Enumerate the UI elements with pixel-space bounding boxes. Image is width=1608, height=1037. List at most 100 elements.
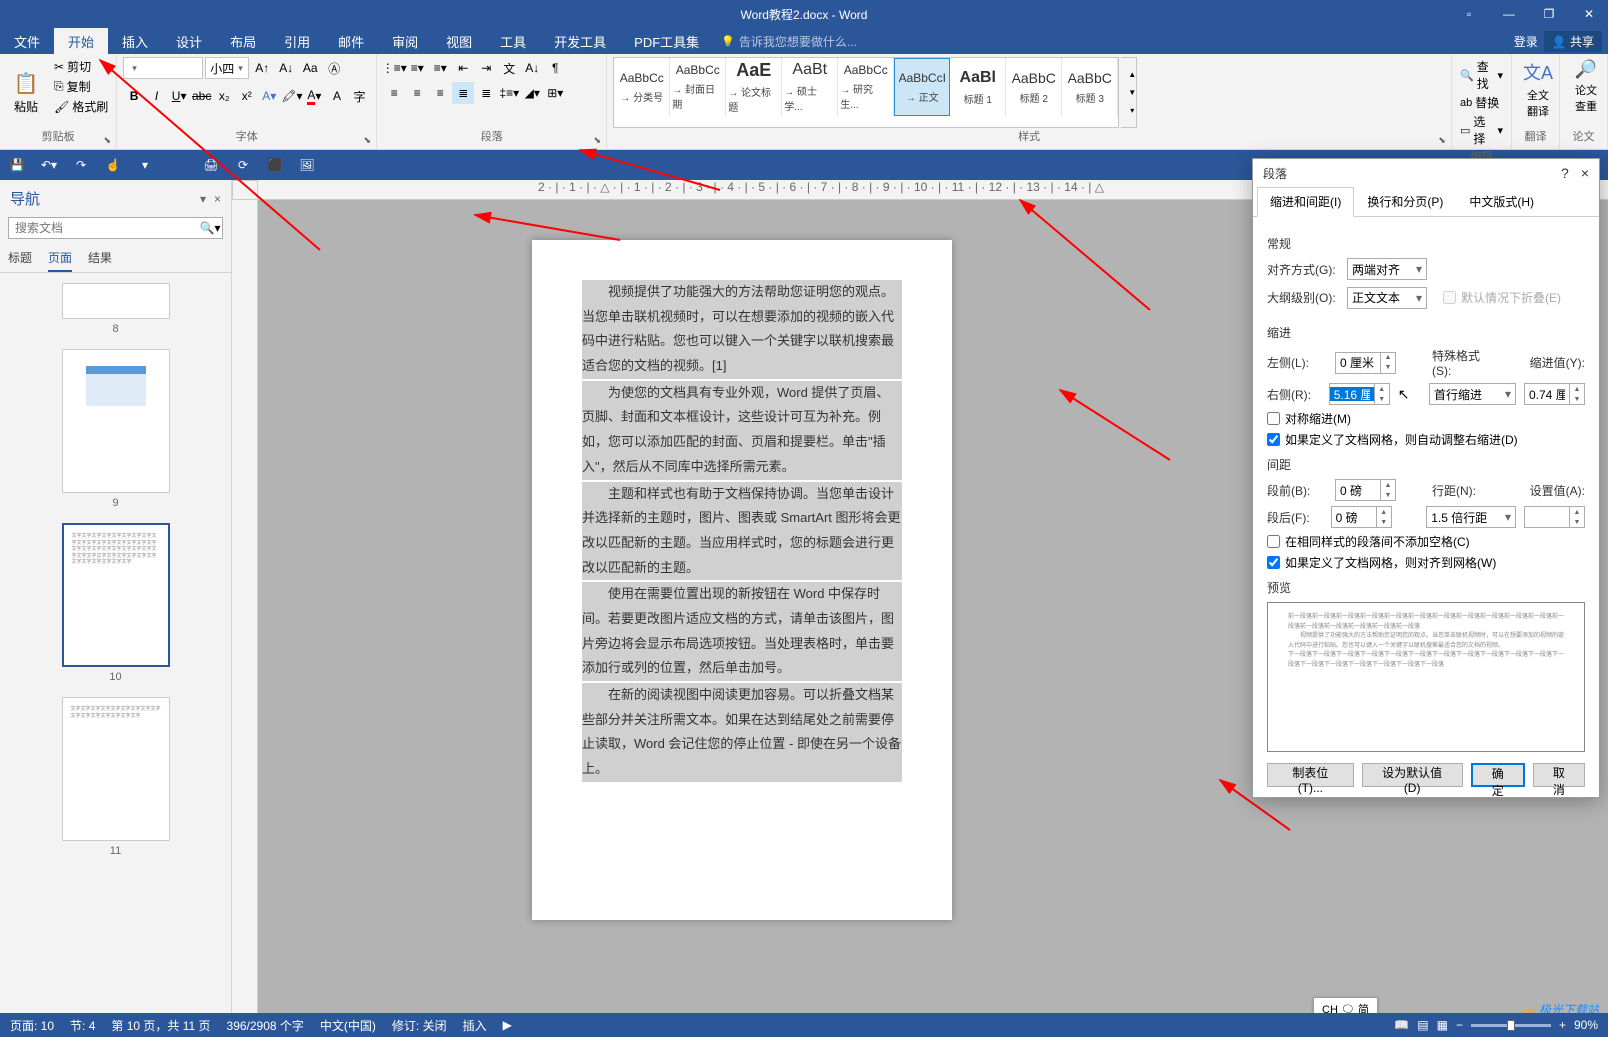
zoom-level[interactable]: 90% [1574,1018,1598,1032]
auto-right-indent-checkbox[interactable] [1267,433,1280,446]
space-after-spinner[interactable]: ▲▼ [1331,506,1392,528]
cancel-button[interactable]: 取消 [1533,763,1585,787]
nav-tab-results[interactable]: 结果 [88,245,112,272]
styles-scroll-down-icon[interactable]: ▼ [1121,84,1143,102]
style-item-1[interactable]: AaBbCc→ 封面日期 [670,58,726,116]
menu-layout[interactable]: 布局 [216,28,270,54]
qat-save-icon[interactable]: 💾 [6,154,28,176]
spacing-at-spinner[interactable]: ▲▼ [1524,506,1585,528]
qat-undo-icon[interactable]: ↶▾ [38,154,60,176]
qat-customize-icon[interactable]: ▾ [134,154,156,176]
status-insert-mode[interactable]: 插入 [463,1017,487,1034]
font-launcher[interactable]: ⬊ [360,133,374,147]
spin-down-icon[interactable]: ▼ [1381,490,1395,500]
strikethrough-icon[interactable]: abc [191,85,213,107]
nav-search-input[interactable] [9,218,198,238]
thumb-page-10[interactable]: 文字文字文字文字文字文字文字文字文字文字文字文字文字文字文字文字文字文字文字文字… [62,523,170,667]
style-item-3[interactable]: AaBt→ 硕士学... [782,58,838,116]
find-button[interactable]: 🔍查找▾ [1458,57,1505,93]
vertical-ruler[interactable] [232,200,258,1013]
italic-icon[interactable]: I [146,85,168,107]
snap-to-grid-checkbox[interactable] [1267,556,1280,569]
align-center-icon[interactable]: ≡ [406,82,428,104]
thumb-page-9[interactable] [62,349,170,493]
highlight-icon[interactable]: 🖍▾ [281,85,303,107]
menu-insert[interactable]: 插入 [108,28,162,54]
bullets-icon[interactable]: ⋮≡▾ [383,57,405,79]
spin-up-icon[interactable]: ▲ [1381,480,1395,490]
dialog-tab-pagination[interactable]: 换行和分页(P) [1354,187,1456,216]
paste-button[interactable]: 📋 粘贴 [6,57,46,128]
font-color-icon[interactable]: A▾ [304,85,326,107]
alignment-combo[interactable]: 两端对齐 [1347,258,1427,280]
status-macro-icon[interactable]: ▶ [503,1018,512,1032]
char-border-icon[interactable]: 字 [349,85,371,107]
space-before-spinner[interactable]: ▲▼ [1335,479,1396,501]
translate-button[interactable]: 文A 全文 翻译 [1518,57,1558,121]
spin-down-icon[interactable]: ▼ [1570,394,1584,404]
spin-down-icon[interactable]: ▼ [1570,517,1584,527]
align-right-icon[interactable]: ≡ [429,82,451,104]
nav-close-icon[interactable]: × [214,192,221,206]
status-track-changes[interactable]: 修订: 关闭 [392,1017,447,1034]
nav-dropdown-icon[interactable]: ▾ [200,192,206,206]
font-size-combo[interactable]: 小四 [205,57,249,79]
style-item-0[interactable]: AaBbCc→ 分类号 [614,58,670,116]
outline-level-combo[interactable]: 正文文本 [1347,287,1427,309]
ok-button[interactable]: 确定 [1471,763,1525,787]
menu-pdf-tools[interactable]: PDF工具集 [620,28,713,54]
qat-window-icon[interactable]: ⬛ [264,154,286,176]
spin-down-icon[interactable]: ▼ [1377,517,1391,527]
menu-file[interactable]: 文件 [0,28,54,54]
style-item-5[interactable]: AaBbCcI→ 正文 [894,58,950,116]
paragraph-launcher[interactable]: ⬊ [590,133,604,147]
view-print-icon[interactable]: ▤ [1417,1018,1428,1032]
thumb-page-8[interactable] [62,283,170,319]
qat-print-icon[interactable]: 🖨 [200,154,222,176]
menu-view[interactable]: 视图 [432,28,486,54]
dialog-help-button[interactable]: ? [1561,165,1569,181]
style-item-8[interactable]: AaBbC标题 3 [1062,58,1118,116]
style-item-7[interactable]: AaBbC标题 2 [1006,58,1062,116]
show-marks-icon[interactable]: ¶ [544,57,566,79]
format-painter-button[interactable]: 🖌格式刷 [52,97,110,116]
ribbon-display-options[interactable]: ▫ [1450,0,1488,28]
style-item-2[interactable]: AaE→ 论文标题 [726,58,782,116]
menu-design[interactable]: 设计 [162,28,216,54]
justify-icon[interactable]: ≣ [452,82,474,104]
share-button[interactable]: 👤 共享 [1544,31,1602,52]
thesis-check-button[interactable]: 🔎 论文 查重 [1566,57,1606,116]
styles-more-icon[interactable]: ▾ [1121,102,1143,120]
minimize-button[interactable]: — [1490,0,1528,28]
status-word-count[interactable]: 396/2908 个字 [227,1017,304,1034]
document-page[interactable]: 视频提供了功能强大的方法帮助您证明您的观点。当您单击联机视频时，可以在想要添加的… [532,240,952,920]
status-page-of[interactable]: 第 10 页，共 11 页 [111,1017,210,1034]
sort-icon[interactable]: A↓ [521,57,543,79]
superscript-icon[interactable]: x² [236,85,258,107]
style-item-6[interactable]: AaBl标题 1 [950,58,1006,116]
status-language[interactable]: 中文(中国) [320,1017,376,1034]
restore-button[interactable]: ❐ [1530,0,1568,28]
select-button[interactable]: ▭选择▾ [1458,112,1505,148]
styles-scroll-up-icon[interactable]: ▲ [1121,66,1143,84]
qat-refresh-icon[interactable]: ⟳ [232,154,254,176]
numbering-icon[interactable]: ≡▾ [406,57,428,79]
decrease-indent-icon[interactable]: ⇤ [452,57,474,79]
change-case-icon[interactable]: Aa [299,57,321,79]
line-spacing-icon[interactable]: ‡≡▾ [498,82,520,104]
menu-mailings[interactable]: 邮件 [324,28,378,54]
menu-tools[interactable]: 工具 [486,28,540,54]
increase-indent-icon[interactable]: ⇥ [475,57,497,79]
login-link[interactable]: 登录 [1514,33,1538,50]
spin-up-icon[interactable]: ▲ [1570,384,1584,394]
shading-icon[interactable]: ◢▾ [521,82,543,104]
text-direction-icon[interactable]: 文 [498,57,520,79]
dialog-tab-indent[interactable]: 缩进和间距(I) [1257,187,1354,217]
spin-up-icon[interactable]: ▲ [1377,507,1391,517]
menu-review[interactable]: 审阅 [378,28,432,54]
qat-redo-icon[interactable]: ↷ [70,154,92,176]
zoom-slider[interactable] [1471,1024,1551,1027]
zoom-out-icon[interactable]: − [1456,1018,1463,1032]
indent-left-spinner[interactable]: ▲▼ [1335,352,1396,374]
copy-button[interactable]: ⎘复制 [52,77,110,96]
